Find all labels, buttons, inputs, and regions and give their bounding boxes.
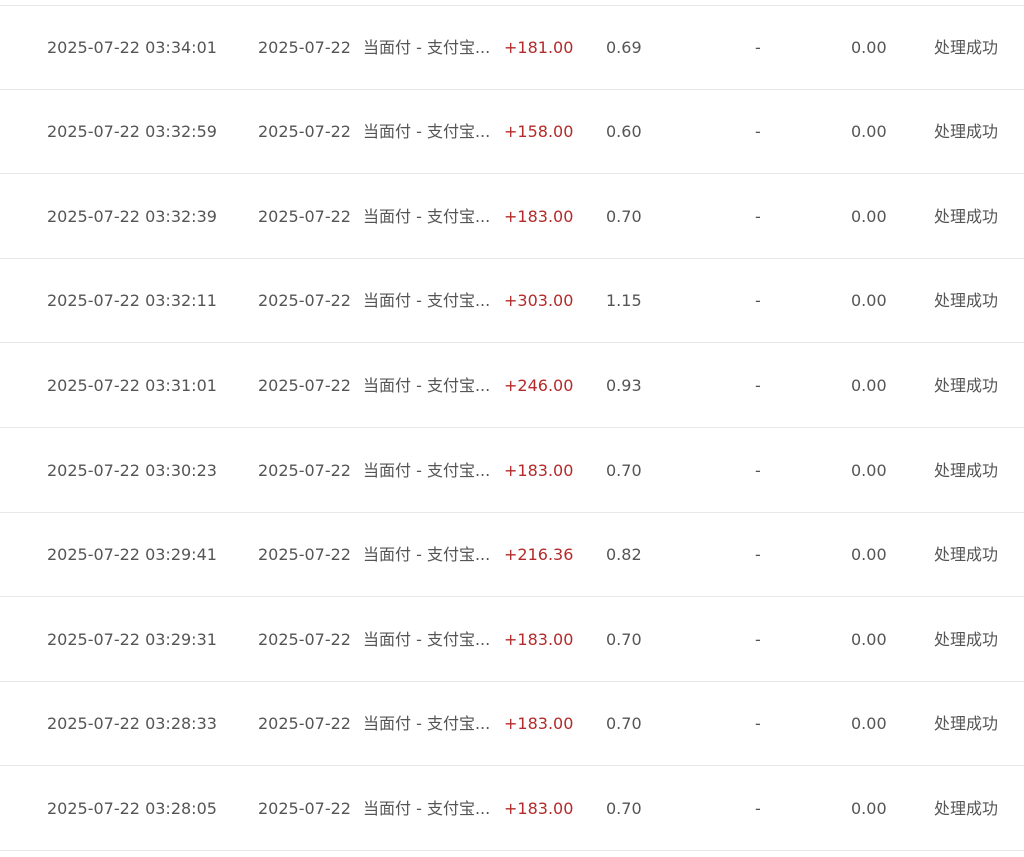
fee: 0.70	[606, 799, 642, 818]
empty-value: -	[755, 461, 761, 480]
fee: 0.70	[606, 207, 642, 226]
status-text: 处理成功	[934, 630, 999, 649]
fee: 0.60	[606, 122, 642, 141]
transaction-time: 2025-07-22 03:31:01	[47, 376, 217, 395]
transaction-time: 2025-07-22 03:32:11	[47, 291, 217, 310]
status-text: 处理成功	[934, 376, 999, 395]
fee: 0.93	[606, 376, 642, 395]
settlement-date: 2025-07-22	[258, 630, 351, 649]
empty-value: -	[755, 207, 761, 226]
amount: +183.00	[504, 630, 574, 649]
empty-value: -	[755, 630, 761, 649]
table-row[interactable]: 2025-07-22 03:31:01 2025-07-22 当面付 - 支付宝…	[0, 344, 1024, 428]
status-text: 处理成功	[934, 291, 999, 310]
refund-amount: 0.00	[851, 799, 887, 818]
transaction-time: 2025-07-22 03:29:31	[47, 630, 217, 649]
transaction-time: 2025-07-22 03:34:01	[47, 38, 217, 57]
empty-value: -	[755, 545, 761, 564]
table-row[interactable]: 2025-07-22 03:32:11 2025-07-22 当面付 - 支付宝…	[0, 259, 1024, 343]
table-row[interactable]: 2025-07-22 03:28:33 2025-07-22 当面付 - 支付宝…	[0, 682, 1024, 766]
settlement-date: 2025-07-22	[258, 122, 351, 141]
table-row[interactable]: 2025-07-22 03:28:05 2025-07-22 当面付 - 支付宝…	[0, 767, 1024, 851]
refund-amount: 0.00	[851, 630, 887, 649]
payment-type: 当面付 - 支付宝...	[363, 799, 491, 818]
payment-type: 当面付 - 支付宝...	[363, 207, 491, 226]
status-text: 处理成功	[934, 799, 999, 818]
status-text: 处理成功	[934, 545, 999, 564]
refund-amount: 0.00	[851, 207, 887, 226]
fee: 0.70	[606, 714, 642, 733]
amount: +216.36	[504, 545, 574, 564]
refund-amount: 0.00	[851, 376, 887, 395]
refund-amount: 0.00	[851, 122, 887, 141]
refund-amount: 0.00	[851, 38, 887, 57]
empty-value: -	[755, 376, 761, 395]
empty-value: -	[755, 38, 761, 57]
table-row[interactable]: 2025-07-22 03:30:23 2025-07-22 当面付 - 支付宝…	[0, 429, 1024, 513]
fee: 1.15	[606, 291, 642, 310]
amount: +183.00	[504, 714, 574, 733]
table-row[interactable]: 2025-07-22 03:32:59 2025-07-22 当面付 - 支付宝…	[0, 90, 1024, 174]
payment-type: 当面付 - 支付宝...	[363, 291, 491, 310]
amount: +246.00	[504, 376, 574, 395]
transaction-time: 2025-07-22 03:32:59	[47, 122, 217, 141]
amount: +183.00	[504, 799, 574, 818]
settlement-date: 2025-07-22	[258, 376, 351, 395]
status-text: 处理成功	[934, 38, 999, 57]
settlement-date: 2025-07-22	[258, 799, 351, 818]
payment-type: 当面付 - 支付宝...	[363, 630, 491, 649]
fee: 0.70	[606, 461, 642, 480]
transaction-time: 2025-07-22 03:32:39	[47, 207, 217, 226]
amount: +183.00	[504, 207, 574, 226]
fee: 0.82	[606, 545, 642, 564]
settlement-date: 2025-07-22	[258, 38, 351, 57]
empty-value: -	[755, 714, 761, 733]
settlement-date: 2025-07-22	[258, 714, 351, 733]
table-row[interactable]: 2025-07-22 03:34:01 2025-07-22 当面付 - 支付宝…	[0, 6, 1024, 90]
amount: +181.00	[504, 38, 574, 57]
refund-amount: 0.00	[851, 714, 887, 733]
settlement-date: 2025-07-22	[258, 291, 351, 310]
payment-type: 当面付 - 支付宝...	[363, 461, 491, 480]
refund-amount: 0.00	[851, 545, 887, 564]
settlement-date: 2025-07-22	[258, 207, 351, 226]
amount: +183.00	[504, 461, 574, 480]
fee: 0.70	[606, 630, 642, 649]
payment-type: 当面付 - 支付宝...	[363, 38, 491, 57]
payment-type: 当面付 - 支付宝...	[363, 545, 491, 564]
refund-amount: 0.00	[851, 291, 887, 310]
payment-type: 当面付 - 支付宝...	[363, 376, 491, 395]
refund-amount: 0.00	[851, 461, 887, 480]
table-row[interactable]: 2025-07-22 03:29:31 2025-07-22 当面付 - 支付宝…	[0, 598, 1024, 682]
payment-type: 当面付 - 支付宝...	[363, 122, 491, 141]
status-text: 处理成功	[934, 714, 999, 733]
empty-value: -	[755, 799, 761, 818]
settlement-date: 2025-07-22	[258, 461, 351, 480]
transaction-time: 2025-07-22 03:28:33	[47, 714, 217, 733]
amount: +303.00	[504, 291, 574, 310]
settlement-date: 2025-07-22	[258, 545, 351, 564]
transaction-time: 2025-07-22 03:29:41	[47, 545, 217, 564]
transaction-time: 2025-07-22 03:30:23	[47, 461, 217, 480]
empty-value: -	[755, 122, 761, 141]
amount: +158.00	[504, 122, 574, 141]
payment-type: 当面付 - 支付宝...	[363, 714, 491, 733]
status-text: 处理成功	[934, 122, 999, 141]
transaction-time: 2025-07-22 03:28:05	[47, 799, 217, 818]
status-text: 处理成功	[934, 461, 999, 480]
table-row[interactable]: 2025-07-22 03:32:39 2025-07-22 当面付 - 支付宝…	[0, 175, 1024, 259]
empty-value: -	[755, 291, 761, 310]
fee: 0.69	[606, 38, 642, 57]
status-text: 处理成功	[934, 207, 999, 226]
table-row[interactable]: 2025-07-22 03:29:41 2025-07-22 当面付 - 支付宝…	[0, 513, 1024, 597]
